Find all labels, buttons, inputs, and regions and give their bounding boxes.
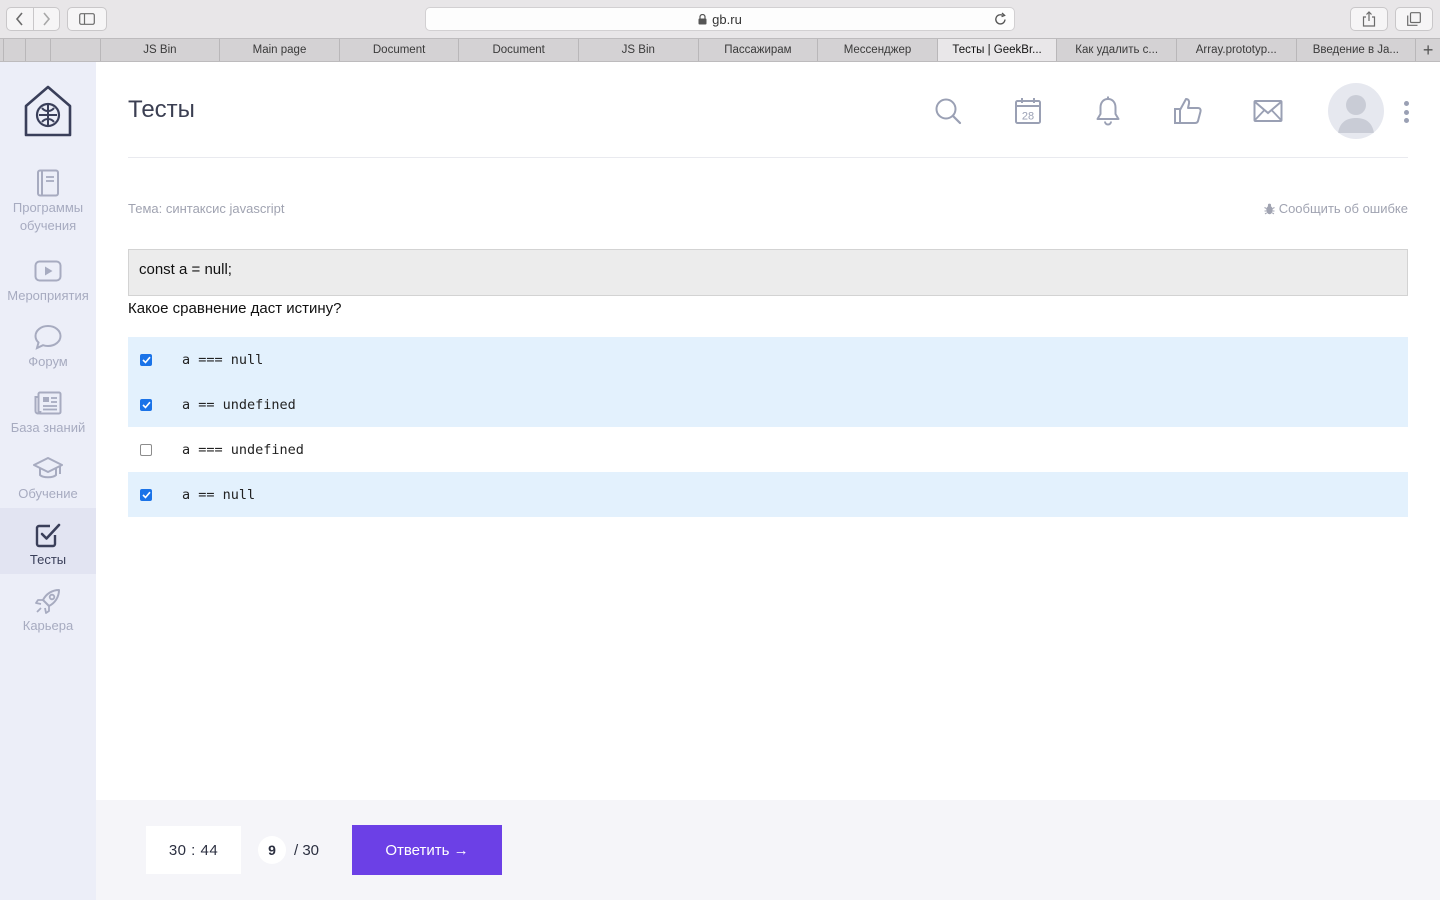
- checkbox-icon: [33, 520, 63, 550]
- timer: 30 : 44: [146, 826, 241, 874]
- browser-tab[interactable]: JS Bin: [579, 39, 699, 61]
- answer-option[interactable]: a === undefined: [128, 427, 1408, 472]
- newspaper-icon: [33, 388, 63, 418]
- address-bar[interactable]: gb.ru: [425, 7, 1015, 31]
- search-icon[interactable]: [932, 95, 964, 127]
- question-text: Какое сравнение даст истину?: [128, 300, 342, 317]
- current-question-number: 9: [258, 836, 286, 864]
- sidebar-item-label: Форум: [28, 354, 68, 369]
- header-divider: [128, 157, 1408, 158]
- sidebar-item-label: Тесты: [29, 552, 67, 567]
- url-text: gb.ru: [712, 11, 742, 27]
- submit-answer-button[interactable]: Ответить →: [352, 825, 502, 875]
- more-menu-icon[interactable]: [1398, 98, 1414, 126]
- answer-text: a == undefined: [182, 396, 296, 413]
- answer-text: a == null: [182, 486, 256, 503]
- report-error-link[interactable]: Сообщить об ошибке: [1263, 201, 1408, 216]
- sidebar-item-forum[interactable]: Форум: [0, 316, 96, 382]
- browser-toolbar: gb.ru: [0, 0, 1440, 38]
- browser-tab[interactable]: Введение в Ja...: [1297, 39, 1417, 61]
- sidebar-item-learning[interactable]: Обучение: [0, 448, 96, 514]
- calendar-icon[interactable]: 28: [1012, 95, 1044, 127]
- sidebar-item-label: Мероприятия: [7, 288, 89, 303]
- back-button[interactable]: [7, 8, 33, 30]
- answer-option[interactable]: a === null: [128, 337, 1408, 382]
- answer-option[interactable]: a == null: [128, 472, 1408, 517]
- user-icon: [1338, 95, 1374, 133]
- answer-text: a === undefined: [182, 441, 304, 458]
- sidebar-item-label: Обучение: [18, 486, 78, 501]
- page-title: Тесты: [128, 96, 195, 123]
- sidebar-item-tests[interactable]: Тесты: [0, 508, 96, 574]
- browser-tab[interactable]: JS Bin: [101, 39, 221, 61]
- chevron-left-icon: [15, 12, 23, 26]
- chevron-right-icon: [43, 12, 51, 26]
- code-snippet: const a = null;: [128, 249, 1408, 296]
- browser-tab-active[interactable]: Тесты | GeekBr...: [937, 39, 1058, 61]
- book-icon: [33, 168, 63, 198]
- tab-overview-button[interactable]: [1395, 7, 1433, 31]
- sidebar-item-label: Карьера: [22, 618, 74, 633]
- bell-icon[interactable]: [1092, 95, 1124, 127]
- answer-checkbox[interactable]: [140, 353, 152, 366]
- sidebar: Программы обучения Мероприятия Форум Баз…: [0, 62, 96, 900]
- share-icon: [1362, 11, 1376, 27]
- history-nav: [6, 7, 60, 31]
- browser-tab[interactable]: [4, 39, 26, 61]
- graduation-cap-icon: [33, 454, 63, 484]
- browser-tab[interactable]: Мессенджер: [818, 39, 938, 61]
- browser-tab[interactable]: Document: [340, 39, 460, 61]
- sidebar-item-knowledge-base[interactable]: База знаний: [0, 382, 96, 448]
- tabs-icon: [1407, 12, 1421, 26]
- tab-strip: JS Bin Main page Document Document JS Bin Пас…: [0, 38, 1440, 62]
- sidebar-item-programs[interactable]: Программы обучения: [0, 162, 96, 238]
- question-counter: 9 / 30: [258, 836, 319, 864]
- quiz-footer: 30 : 44 9 / 30 Ответить →: [96, 800, 1440, 900]
- answer-list: a === null a == undefined a === undefined a…: [128, 337, 1408, 517]
- browser-tab[interactable]: [51, 39, 101, 61]
- chat-bubble-icon: [33, 322, 63, 352]
- geekbrains-logo-icon[interactable]: [22, 84, 74, 138]
- sidebar-icon: [79, 13, 95, 25]
- play-icon: [33, 256, 63, 286]
- avatar[interactable]: [1328, 83, 1384, 139]
- mail-icon[interactable]: [1252, 95, 1284, 127]
- browser-tab[interactable]: Пассажирам: [699, 39, 819, 61]
- lock-icon: [698, 13, 707, 25]
- quiz-topic: Тема: синтаксис javascript: [128, 201, 285, 216]
- answer-checkbox[interactable]: [140, 488, 152, 501]
- checkmark-icon: [141, 491, 151, 499]
- browser-tab[interactable]: Document: [459, 39, 579, 61]
- answer-checkbox[interactable]: [140, 398, 152, 411]
- sidebar-item-label: Программы обучения: [12, 200, 84, 233]
- checkmark-icon: [141, 401, 151, 409]
- browser-tab[interactable]: Как удалить с...: [1057, 39, 1177, 61]
- sidebar-item-events[interactable]: Мероприятия: [0, 250, 96, 316]
- sidebar-item-label: База знаний: [10, 420, 86, 435]
- rocket-icon: [33, 586, 63, 616]
- browser-tab[interactable]: [26, 39, 51, 61]
- sidebar-toggle-button[interactable]: [67, 7, 107, 31]
- bug-icon: [1263, 203, 1275, 214]
- forward-button[interactable]: [32, 8, 60, 30]
- browser-tab[interactable]: Array.prototyp...: [1177, 39, 1297, 61]
- report-error-label: Сообщить об ошибке: [1278, 201, 1408, 216]
- share-button[interactable]: [1350, 7, 1388, 31]
- sidebar-item-career[interactable]: Карьера: [0, 580, 96, 646]
- total-questions: / 30: [294, 841, 320, 859]
- answer-checkbox[interactable]: [140, 443, 152, 456]
- thumbs-up-icon[interactable]: [1172, 95, 1204, 127]
- checkmark-icon: [141, 356, 151, 364]
- new-tab-button[interactable]: +: [1416, 39, 1440, 61]
- answer-option[interactable]: a == undefined: [128, 382, 1408, 427]
- reload-icon[interactable]: [994, 12, 1007, 26]
- calendar-day: 28: [1022, 111, 1034, 123]
- answer-text: a === null: [182, 351, 264, 368]
- browser-tab[interactable]: Main page: [220, 39, 340, 61]
